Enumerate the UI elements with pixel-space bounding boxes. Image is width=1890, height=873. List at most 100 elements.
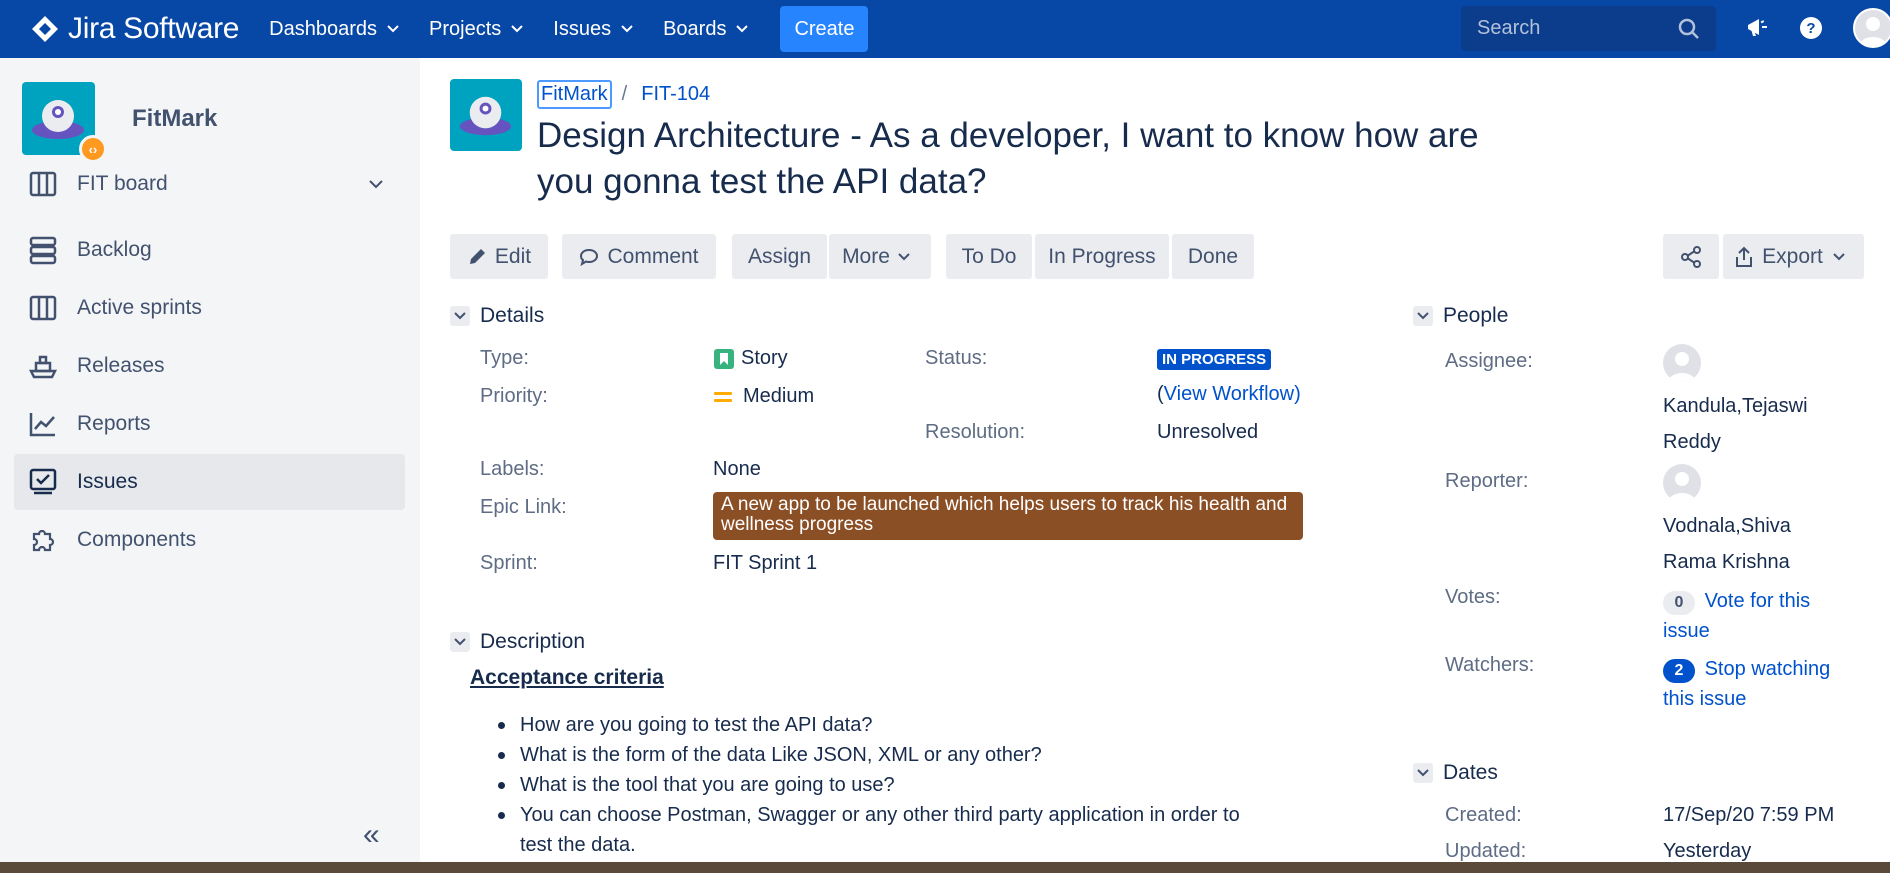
sidebar-item-active-sprints[interactable]: Active sprints (14, 280, 405, 336)
reporter-name-line2: Rama Krishna (1663, 551, 1790, 573)
chevron-down-icon (1833, 252, 1845, 260)
megaphone-icon[interactable] (1745, 15, 1769, 41)
status-value: IN PROGRESS (1157, 347, 1272, 370)
priority-medium-icon (714, 391, 732, 402)
reporter-avatar[interactable] (1663, 464, 1701, 502)
chevron-down-icon (736, 25, 749, 33)
type-label: Type: (480, 347, 529, 369)
sidebar-item-label: Components (77, 528, 197, 551)
backlog-icon (29, 236, 57, 265)
created-label: Created: (1445, 804, 1522, 826)
collapse-toggle-icon[interactable] (1413, 763, 1433, 783)
people-section-header[interactable]: People (1413, 304, 1508, 328)
create-button[interactable]: Create (780, 6, 869, 52)
sidebar-item-components[interactable]: Components (14, 512, 405, 568)
chevron-down-icon[interactable] (369, 179, 383, 189)
share-icon (1681, 245, 1701, 268)
labels-label: Labels: (480, 458, 545, 480)
nav-issues[interactable]: Issues (553, 18, 633, 41)
issues-icon (29, 468, 57, 495)
collapse-sidebar-button[interactable]: « (363, 818, 380, 852)
sidebar-item-fit-board[interactable]: FIT board (14, 156, 405, 212)
taskbar-strip (0, 862, 1890, 873)
issue-title[interactable]: Design Architecture - As a developer, I … (537, 113, 1537, 205)
nav-dashboards-label: Dashboards (269, 17, 378, 40)
search-input[interactable]: Search (1461, 6, 1716, 51)
chevron-down-icon (621, 25, 633, 33)
status-lozenge: IN PROGRESS (1157, 349, 1272, 370)
export-button[interactable]: Export (1723, 234, 1864, 279)
dates-heading: Dates (1443, 761, 1498, 784)
assignee-avatar[interactable] (1663, 344, 1701, 382)
sidebar-item-label: Active sprints (77, 296, 202, 319)
vote-link[interactable]: Vote for this (1705, 590, 1811, 612)
jira-logo[interactable]: Jira Software (30, 12, 239, 46)
nav-boards[interactable]: Boards (663, 18, 749, 41)
chevron-down-icon (387, 25, 399, 33)
priority-label: Priority: (480, 385, 548, 407)
collapse-toggle-icon[interactable] (450, 306, 470, 326)
updated-value: Yesterday (1663, 840, 1752, 862)
sidebar-item-reports[interactable]: Reports (14, 396, 405, 452)
comment-icon (580, 248, 599, 266)
alien-avatar-icon (459, 96, 512, 136)
project-avatar (450, 79, 522, 151)
list-item: How are you going to test the API data? (498, 710, 1240, 740)
collapse-toggle-icon[interactable] (450, 632, 470, 652)
user-avatar[interactable] (1853, 8, 1890, 48)
pencil-icon (469, 248, 485, 264)
help-icon[interactable]: ? (1798, 15, 1824, 41)
type-text: Story (741, 347, 788, 369)
assignee-name[interactable]: Kandula,Tejaswi Reddy (1663, 388, 1808, 460)
votes-label: Votes: (1445, 586, 1501, 608)
view-workflow-link[interactable]: View Workflow (1164, 383, 1294, 405)
in-progress-button[interactable]: In Progress (1035, 234, 1169, 279)
project-name: FitMark (132, 104, 218, 132)
stop-watching-link[interactable]: Stop watching (1705, 658, 1831, 680)
acceptance-criteria-list: How are you going to test the API data? … (498, 710, 1240, 860)
reporter-name[interactable]: Vodnala,Shiva Rama Krishna (1663, 508, 1791, 580)
project-header[interactable]: ‹› FitMark (22, 82, 218, 163)
assignee-name-line1: Kandula,Tejaswi (1663, 395, 1808, 417)
sprints-icon (29, 295, 57, 321)
edit-label: Edit (494, 244, 532, 268)
priority-value[interactable]: Medium (713, 385, 814, 408)
sidebar-item-label: Backlog (77, 238, 152, 261)
collapse-toggle-icon[interactable] (1413, 306, 1433, 326)
sidebar-item-issues[interactable]: Issues (14, 454, 405, 510)
nav-dashboards[interactable]: Dashboards (269, 18, 399, 41)
done-button[interactable]: Done (1172, 234, 1254, 279)
list-item: What is the form of the data Like JSON, … (498, 740, 1240, 770)
sidebar-item-releases[interactable]: Releases (14, 338, 405, 394)
todo-button[interactable]: To Do (946, 234, 1032, 279)
watchers-count: 2 (1663, 659, 1695, 683)
nav-issues-label: Issues (553, 17, 612, 40)
assign-button[interactable]: Assign (732, 234, 827, 279)
description-section-header[interactable]: Description (450, 630, 585, 654)
sidebar-item-label: Reports (77, 412, 151, 435)
created-value: 17/Sep/20 7:59 PM (1663, 804, 1835, 826)
workflow-paren-close: ) (1294, 383, 1301, 405)
breadcrumb-issue-key[interactable]: FIT-104 (641, 83, 710, 106)
epic-link-lozenge[interactable]: A new app to be launched which helps use… (713, 492, 1303, 540)
stop-watching-link-cont[interactable]: this issue (1663, 688, 1746, 710)
labels-value[interactable]: None (713, 458, 761, 481)
details-section-header[interactable]: Details (450, 304, 544, 328)
sidebar-item-backlog[interactable]: Backlog (14, 222, 405, 278)
more-button[interactable]: More (829, 234, 931, 279)
dates-section-header[interactable]: Dates (1413, 761, 1498, 785)
reporter-label: Reporter: (1445, 470, 1529, 492)
assignee-name-line2: Reddy (1663, 431, 1721, 453)
breadcrumb-separator: / (621, 83, 628, 105)
sprint-value[interactable]: FIT Sprint 1 (713, 552, 817, 575)
nav-projects[interactable]: Projects (429, 18, 523, 41)
export-icon (1736, 246, 1753, 267)
acceptance-criteria-heading: Acceptance criteria (470, 666, 664, 689)
edit-button[interactable]: Edit (450, 234, 548, 279)
breadcrumb-project-link[interactable]: FitMark (537, 80, 612, 109)
share-button[interactable] (1663, 234, 1719, 279)
comment-button[interactable]: Comment (562, 234, 716, 279)
user-silhouette-icon (1859, 17, 1887, 46)
type-value[interactable]: Story (713, 347, 788, 370)
vote-link-cont[interactable]: issue (1663, 620, 1710, 642)
